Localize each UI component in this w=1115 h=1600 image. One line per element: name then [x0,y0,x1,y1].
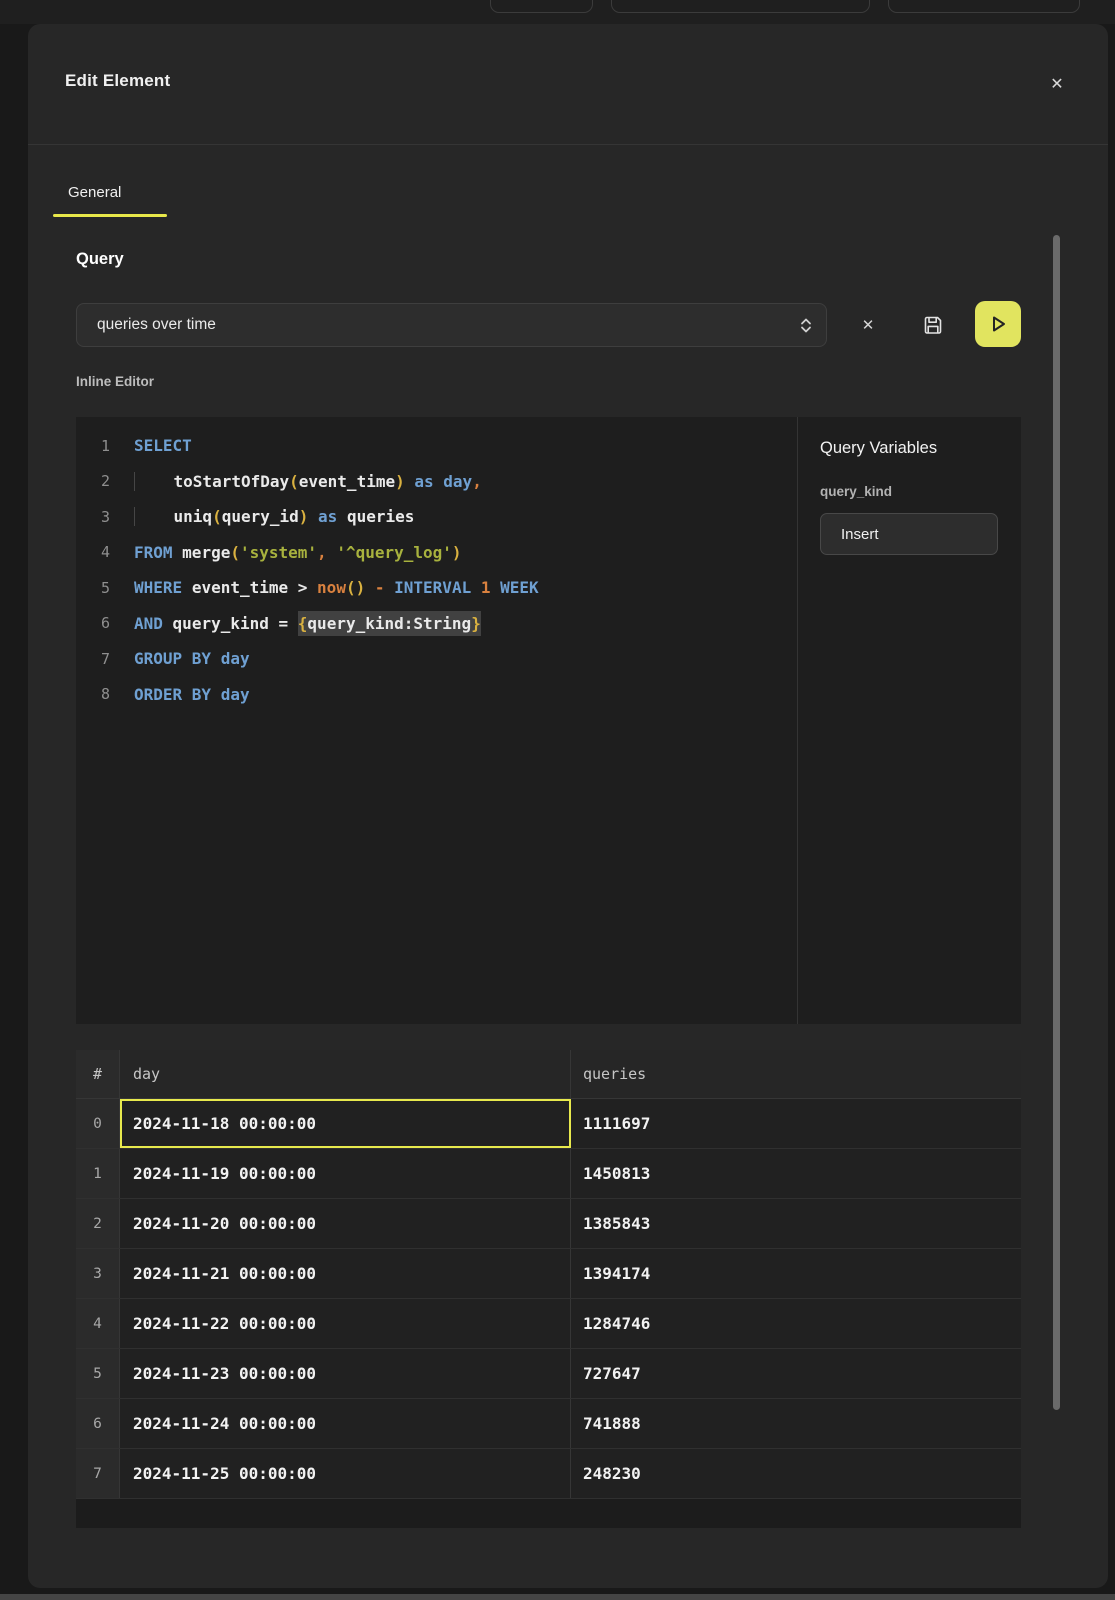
background-toolbar [0,0,1115,24]
cell-row-index: 1 [76,1149,120,1198]
cell-day-selected[interactable]: 2024-11-18 00:00:00 [120,1099,571,1148]
page: Edit Element ✕ General Query queries ove… [0,0,1115,1600]
cell-day[interactable]: 2024-11-25 00:00:00 [120,1449,571,1498]
sql-editor: 1SELECT2 toStartOfDay(event_time) as day… [76,417,1021,1024]
table-row: 02024-11-18 00:00:001111697 [76,1099,1021,1149]
code-line[interactable]: 3 uniq(query_id) as queries [76,499,797,535]
query-heading: Query [76,250,124,269]
table-row: 12024-11-19 00:00:001450813 [76,1149,1021,1199]
code-line[interactable]: 1SELECT [76,428,797,464]
background-button [490,0,593,13]
cell-queries[interactable]: 741888 [571,1399,1021,1448]
inline-editor-label: Inline Editor [76,374,154,389]
query-variables-title: Query Variables [820,439,1021,458]
line-number: 2 [76,472,110,490]
code-line[interactable]: 5WHERE event_time > now() - INTERVAL 1 W… [76,570,797,606]
modal-title: Edit Element [65,71,170,91]
cell-row-index: 2 [76,1199,120,1248]
cell-queries[interactable]: 1450813 [571,1149,1021,1198]
cell-row-index: 0 [76,1099,120,1148]
cell-row-index: 6 [76,1399,120,1448]
table-row: 22024-11-20 00:00:001385843 [76,1199,1021,1249]
cell-day[interactable]: 2024-11-22 00:00:00 [120,1299,571,1348]
code-line[interactable]: 4FROM merge('system', '^query_log') [76,535,797,571]
query-select[interactable]: queries over time [76,303,827,347]
header-divider [28,144,1108,145]
table-row: 32024-11-21 00:00:001394174 [76,1249,1021,1299]
results-table-body: 02024-11-18 00:00:00111169712024-11-19 0… [76,1099,1021,1499]
vertical-scrollbar[interactable] [1053,235,1060,1410]
results-table: # day queries 02024-11-18 00:00:00111169… [76,1050,1021,1528]
cell-queries[interactable]: 1385843 [571,1199,1021,1248]
cell-queries[interactable]: 727647 [571,1349,1021,1398]
line-number: 7 [76,650,110,668]
cell-day[interactable]: 2024-11-24 00:00:00 [120,1399,571,1448]
play-icon [988,314,1008,334]
line-number: 4 [76,543,110,561]
column-header-queries[interactable]: queries [571,1050,1021,1098]
chevron-updown-icon [800,318,812,333]
cell-day[interactable]: 2024-11-20 00:00:00 [120,1199,571,1248]
close-icon[interactable]: ✕ [1042,69,1072,99]
code-lines[interactable]: 1SELECT2 toStartOfDay(event_time) as day… [76,417,797,1024]
line-number: 1 [76,437,110,455]
table-row: 62024-11-24 00:00:00741888 [76,1399,1021,1449]
save-icon[interactable] [918,310,948,340]
cell-day[interactable]: 2024-11-23 00:00:00 [120,1349,571,1398]
cell-row-index: 5 [76,1349,120,1398]
cell-queries[interactable]: 1394174 [571,1249,1021,1298]
cell-queries[interactable]: 1111697 [571,1099,1021,1148]
code-line[interactable]: 7GROUP BY day [76,641,797,677]
table-row: 72024-11-25 00:00:00248230 [76,1449,1021,1499]
cell-queries[interactable]: 1284746 [571,1299,1021,1348]
edit-element-modal: Edit Element ✕ General Query queries ove… [28,24,1108,1588]
table-row: 42024-11-22 00:00:001284746 [76,1299,1021,1349]
cell-row-index: 4 [76,1299,120,1348]
variable-name-label: query_kind [820,484,1021,499]
column-header-day[interactable]: day [120,1050,571,1098]
cell-row-index: 7 [76,1449,120,1498]
code-line[interactable]: 8ORDER BY day [76,677,797,713]
tab-active-indicator [53,214,167,217]
background-button [611,0,870,13]
code-line[interactable]: 6AND query_kind = {query_kind:String} [76,606,797,642]
cell-day[interactable]: 2024-11-19 00:00:00 [120,1149,571,1198]
code-line[interactable]: 2 toStartOfDay(event_time) as day, [76,464,797,500]
background-bottom-strip [0,1594,1115,1600]
results-table-footer [76,1499,1021,1528]
background-button [888,0,1080,13]
cell-row-index: 3 [76,1249,120,1298]
cell-day[interactable]: 2024-11-21 00:00:00 [120,1249,571,1298]
line-number: 6 [76,614,110,632]
query-variables-panel: Query Variables query_kind Insert [798,417,1021,1024]
line-number: 8 [76,685,110,703]
run-query-button[interactable] [975,301,1021,347]
results-table-header: # day queries [76,1050,1021,1099]
cell-queries[interactable]: 248230 [571,1449,1021,1498]
table-row: 52024-11-23 00:00:00727647 [76,1349,1021,1399]
query-select-value: queries over time [97,316,800,334]
insert-variable-button[interactable]: Insert [820,513,998,555]
line-number: 3 [76,508,110,526]
line-number: 5 [76,579,110,597]
clear-icon[interactable]: ✕ [853,310,883,340]
tab-general[interactable]: General [68,184,121,201]
column-header-index: # [76,1050,120,1098]
